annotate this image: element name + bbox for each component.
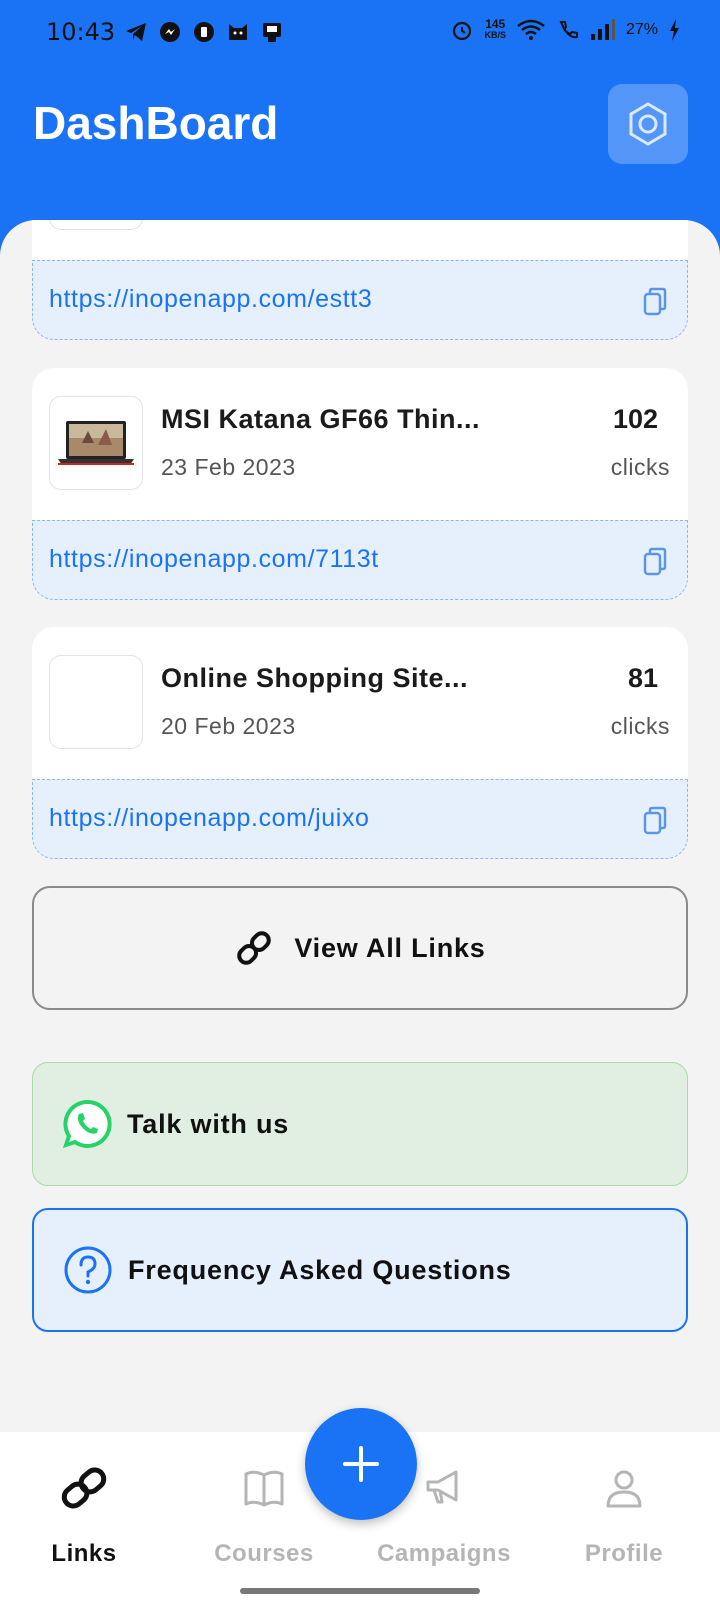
system-icons: 145 KB/S 27% xyxy=(450,18,680,42)
book-icon xyxy=(244,1470,284,1507)
faq-label: Frequency Asked Questions xyxy=(128,1254,512,1285)
whatsapp-icon xyxy=(62,1099,112,1149)
signal-icon xyxy=(590,19,615,40)
copy-icon[interactable] xyxy=(643,806,669,836)
link-clicks-label: clicks xyxy=(610,713,670,739)
link-title: Online Shopping Site... xyxy=(161,663,468,693)
network-speed: 145 KB/S xyxy=(484,17,506,41)
add-link-fab[interactable] xyxy=(305,1408,417,1520)
link-date: 23 Feb 2023 xyxy=(161,454,296,480)
link-icon xyxy=(61,1467,107,1509)
link-icon xyxy=(237,931,272,965)
link-clicks: 102 xyxy=(612,404,658,434)
link-url[interactable]: https://inopenapp.com/estt3 xyxy=(49,285,372,314)
app-icon xyxy=(194,22,214,42)
link-clicks: 81 xyxy=(627,663,658,693)
link-card[interactable]: Online Shopping Site... 20 Feb 2023 81 c… xyxy=(32,627,688,859)
nav-tab-links[interactable]: Links xyxy=(14,1460,154,1568)
hexagon-settings-icon xyxy=(629,102,667,146)
wifi-icon xyxy=(517,19,545,40)
view-all-links-label: View All Links xyxy=(294,932,486,963)
copy-icon[interactable] xyxy=(643,547,669,577)
home-indicator[interactable] xyxy=(240,1588,480,1594)
link-card[interactable]: MSI Katana GF66 Thin... 23 Feb 2023 102 … xyxy=(32,368,688,600)
link-clicks-label: clicks xyxy=(610,454,670,480)
link-url-box[interactable]: https://inopenapp.com/juixo xyxy=(32,779,688,859)
view-all-links-button[interactable]: View All Links xyxy=(32,886,688,1010)
laptop-image xyxy=(58,421,134,465)
nav-tab-profile[interactable]: Profile xyxy=(554,1460,694,1568)
nav-label: Campaigns xyxy=(377,1540,511,1567)
link-date: 20 Feb 2023 xyxy=(161,713,296,739)
link-url-box[interactable]: https://inopenapp.com/estt3 xyxy=(32,260,688,340)
app-header: DashBoard xyxy=(0,64,720,224)
link-url[interactable]: https://inopenapp.com/juixo xyxy=(49,804,370,833)
speed-unit: KB/S xyxy=(484,30,506,40)
messenger-icon xyxy=(160,22,180,42)
nav-label: Courses xyxy=(214,1540,314,1567)
battery-level: 27% xyxy=(625,21,658,38)
settings-button[interactable] xyxy=(608,84,688,164)
battery-charging-icon xyxy=(670,19,679,41)
link-url[interactable]: https://inopenapp.com/7113t xyxy=(49,545,379,574)
telegram-icon xyxy=(126,23,146,41)
speed-value: 145 xyxy=(485,17,506,31)
wifi-call-icon xyxy=(559,21,578,39)
nav-label: Profile xyxy=(584,1540,664,1567)
megaphone-icon xyxy=(426,1470,458,1504)
link-thumbnail xyxy=(49,655,143,749)
phone-app-icon xyxy=(263,23,281,42)
link-title: MSI Katana GF66 Thin... xyxy=(161,404,481,434)
alarm-icon xyxy=(453,21,472,41)
link-thumbnail xyxy=(49,220,143,230)
user-icon xyxy=(606,1470,642,1508)
copy-icon[interactable] xyxy=(643,287,669,317)
link-card[interactable]: https://inopenapp.com/estt3 xyxy=(32,220,688,340)
status-time: 10:43 xyxy=(46,18,116,46)
dashboard-content[interactable]: https://inopenapp.com/estt3 MSI Katana G… xyxy=(0,220,720,1432)
nav-label: Links xyxy=(51,1540,117,1567)
page-title: DashBoard xyxy=(33,97,279,149)
notification-icons xyxy=(124,20,284,44)
link-url-box[interactable]: https://inopenapp.com/7113t xyxy=(32,520,688,600)
laptop-thumbnail xyxy=(49,396,143,490)
plus-icon xyxy=(343,1446,379,1482)
talk-with-us-button[interactable]: Talk with us xyxy=(32,1062,688,1186)
question-icon xyxy=(64,1246,112,1294)
talk-with-us-label: Talk with us xyxy=(127,1108,290,1139)
cat-app-icon xyxy=(229,24,247,40)
status-bar: 10:43 145 KB/S 27% xyxy=(0,0,720,64)
faq-button[interactable]: Frequency Asked Questions xyxy=(32,1208,688,1332)
